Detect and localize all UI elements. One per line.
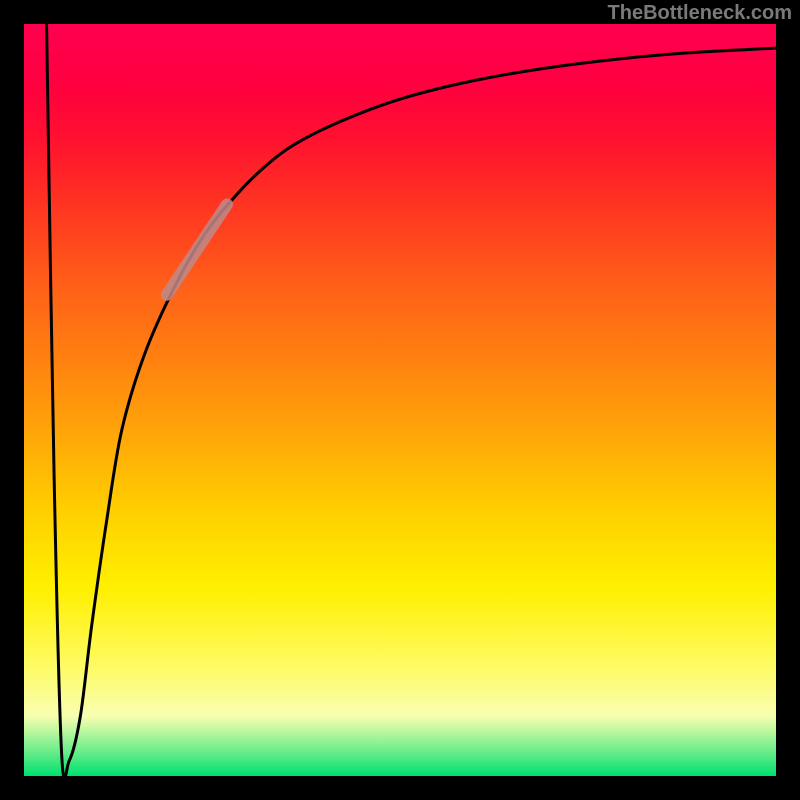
plot-area [24,24,776,776]
chart-frame: TheBottleneck.com [0,0,800,800]
curve-svg [24,24,776,776]
watermark-text: TheBottleneck.com [608,2,792,25]
highlight-segment [167,204,227,294]
bottleneck-curve-line [47,24,776,776]
